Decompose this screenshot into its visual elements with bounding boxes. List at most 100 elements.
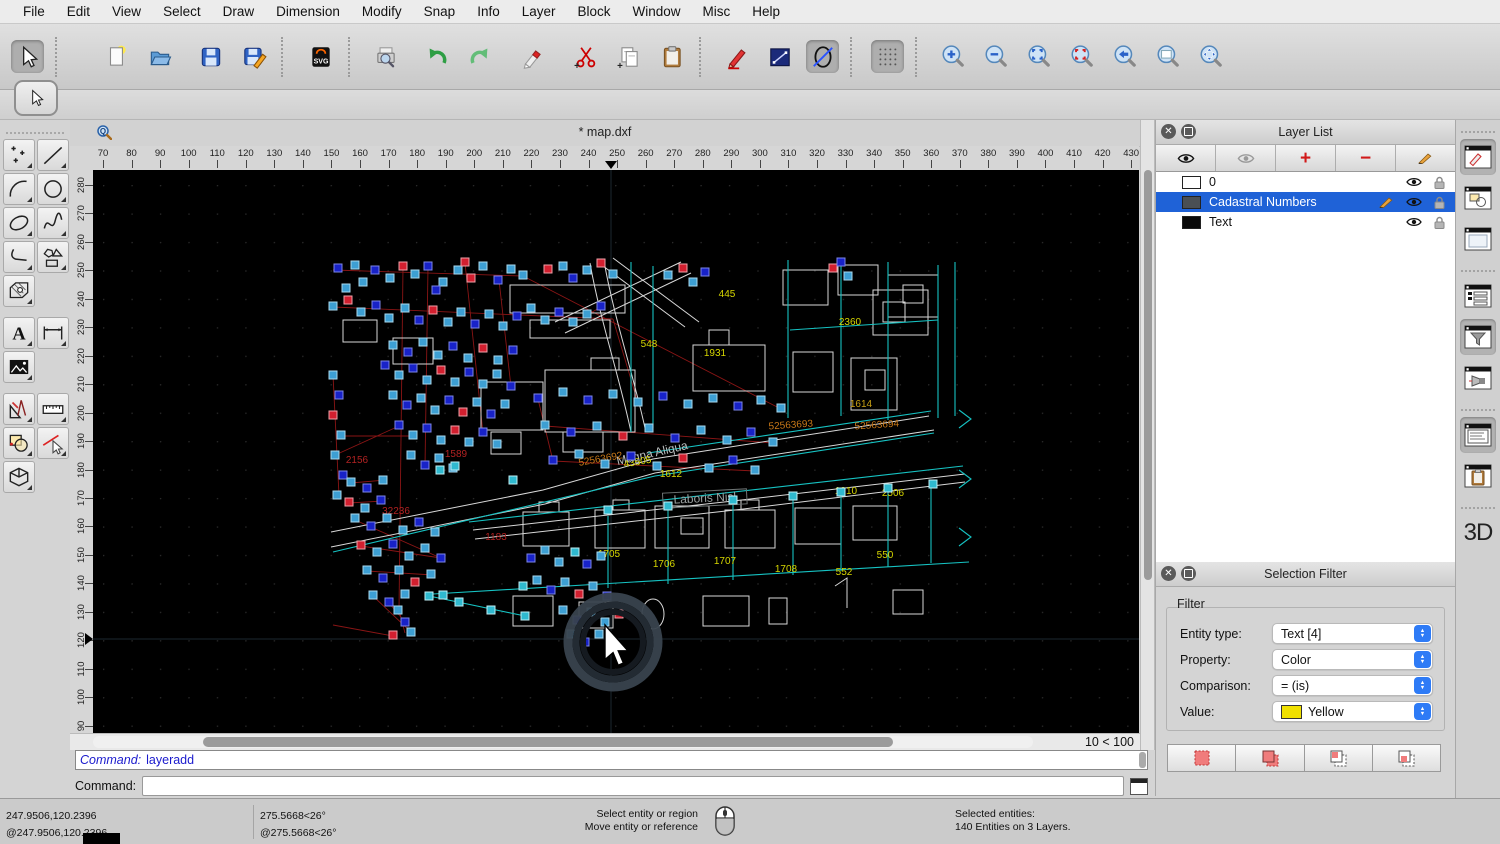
open-file-button[interactable] bbox=[143, 40, 176, 73]
layer-list-float-button[interactable] bbox=[1181, 124, 1196, 139]
parcel-label[interactable]: 1707 bbox=[714, 556, 737, 567]
erase-button[interactable] bbox=[516, 40, 549, 73]
circle-tools[interactable] bbox=[37, 173, 69, 205]
layer-edit-icon[interactable] bbox=[1379, 196, 1394, 208]
menu-file[interactable]: File bbox=[12, 0, 56, 24]
menu-window[interactable]: Window bbox=[622, 0, 692, 24]
menu-help[interactable]: Help bbox=[741, 0, 791, 24]
ellipse-tools[interactable] bbox=[3, 207, 35, 239]
remove-from-selection-button[interactable] bbox=[1303, 744, 1372, 772]
layer-remove-button[interactable]: − bbox=[1336, 145, 1396, 171]
vertical-scrollbar[interactable] bbox=[1140, 120, 1155, 750]
dock-command-line[interactable] bbox=[1460, 417, 1496, 453]
dimension-tools[interactable] bbox=[37, 317, 69, 349]
stepper-icon[interactable]: ▲ ▼ bbox=[1414, 651, 1431, 668]
dock-layer-list[interactable] bbox=[1460, 139, 1496, 175]
vertical-scrollbar-thumb[interactable] bbox=[1144, 170, 1152, 580]
print-preview-button[interactable] bbox=[369, 40, 402, 73]
redo-button[interactable] bbox=[463, 40, 496, 73]
menu-layer[interactable]: Layer bbox=[511, 0, 567, 24]
stepper-icon[interactable]: ▲ ▼ bbox=[1414, 677, 1431, 694]
selection-filter-close-button[interactable]: ✕ bbox=[1161, 566, 1176, 581]
layer-add-button[interactable]: + bbox=[1276, 145, 1336, 171]
layer-list-close-button[interactable]: ✕ bbox=[1161, 124, 1176, 139]
menu-block[interactable]: Block bbox=[567, 0, 622, 24]
menu-select[interactable]: Select bbox=[152, 0, 212, 24]
selection-pointer-button[interactable] bbox=[11, 40, 44, 73]
layer-color-chip[interactable] bbox=[1182, 195, 1201, 209]
parcel-label[interactable]: 1183 bbox=[485, 532, 507, 543]
dock-light-browser[interactable] bbox=[1460, 360, 1496, 396]
parcel-label[interactable]: 445 bbox=[719, 289, 736, 300]
layer-visibility-icon[interactable] bbox=[1406, 216, 1422, 228]
layer-hide-all-button[interactable] bbox=[1216, 145, 1276, 171]
layer-edit-button[interactable] bbox=[1396, 145, 1455, 171]
horizontal-scrollbar[interactable] bbox=[93, 736, 1033, 748]
text-tool[interactable]: A bbox=[3, 317, 35, 349]
filter-dropdown-comparison[interactable]: = (is) ▲ ▼ bbox=[1272, 675, 1433, 696]
zoom-selection-button[interactable] bbox=[1065, 40, 1098, 73]
menu-dimension[interactable]: Dimension bbox=[265, 0, 351, 24]
svg-export-button[interactable]: SVG bbox=[304, 40, 337, 73]
stepper-icon[interactable]: ▲ ▼ bbox=[1414, 703, 1431, 720]
layer-visibility-icon[interactable] bbox=[1406, 176, 1422, 188]
point-tools[interactable] bbox=[3, 139, 35, 171]
pan-button[interactable] bbox=[1194, 40, 1227, 73]
previous-view-button[interactable] bbox=[1108, 40, 1141, 73]
dock-clipboard[interactable] bbox=[1460, 458, 1496, 494]
shape-tools[interactable] bbox=[37, 241, 69, 273]
menu-draw[interactable]: Draw bbox=[212, 0, 266, 24]
parcel-label[interactable]: 1706 bbox=[653, 559, 676, 570]
layer-lock-icon[interactable] bbox=[1434, 176, 1445, 189]
undo-button[interactable] bbox=[420, 40, 453, 73]
dock-block-list[interactable] bbox=[1460, 180, 1496, 216]
line-tools[interactable] bbox=[37, 139, 69, 171]
grid-toggle-button[interactable] bbox=[871, 40, 904, 73]
parcel-label[interactable]: 1612 bbox=[660, 469, 683, 480]
layer-row-cadastral-numbers[interactable]: Cadastral Numbers bbox=[1156, 192, 1455, 212]
intersect-selection-button[interactable] bbox=[1371, 744, 1441, 772]
draft-mode-button[interactable] bbox=[806, 40, 839, 73]
add-to-selection-button[interactable] bbox=[1235, 744, 1304, 772]
parcel-label[interactable]: 1931 bbox=[704, 348, 727, 359]
menu-misc[interactable]: Misc bbox=[692, 0, 742, 24]
selection-filter-float-button[interactable] bbox=[1181, 566, 1196, 581]
zoom-out-button[interactable] bbox=[979, 40, 1012, 73]
draw-pencil-button[interactable] bbox=[720, 40, 753, 73]
viewport-tools[interactable] bbox=[3, 461, 35, 493]
zoom-in-button[interactable] bbox=[936, 40, 969, 73]
stepper-icon[interactable]: ▲ ▼ bbox=[1414, 625, 1431, 642]
dock-property-editor[interactable] bbox=[1460, 278, 1496, 314]
block-tools[interactable] bbox=[3, 427, 35, 459]
palette-grip[interactable] bbox=[6, 122, 64, 134]
parcel-label[interactable]: 2360 bbox=[839, 317, 862, 328]
layer-visibility-icon[interactable] bbox=[1406, 196, 1422, 208]
parcel-label[interactable]: 1614 bbox=[850, 399, 873, 410]
hatch-tool[interactable] bbox=[3, 275, 35, 307]
menu-edit[interactable]: Edit bbox=[56, 0, 101, 24]
filter-dropdown-value[interactable]: Yellow ▲ ▼ bbox=[1272, 701, 1433, 722]
layer-color-chip[interactable] bbox=[1182, 175, 1201, 189]
command-history-scrollbar[interactable] bbox=[1139, 752, 1146, 768]
save-as-button[interactable] bbox=[237, 40, 270, 73]
parcel-label[interactable]: 2156 bbox=[346, 455, 369, 466]
save-button[interactable] bbox=[194, 40, 227, 73]
new-file-button[interactable] bbox=[100, 40, 133, 73]
measure-tools[interactable] bbox=[37, 393, 69, 425]
dock-3d-view[interactable]: 3D bbox=[1460, 515, 1496, 551]
filter-dropdown-entity-type[interactable]: Text [4] ▲ ▼ bbox=[1272, 623, 1433, 644]
menu-info[interactable]: Info bbox=[466, 0, 511, 24]
filter-dropdown-property[interactable]: Color ▲ ▼ bbox=[1272, 649, 1433, 670]
layer-color-chip[interactable] bbox=[1182, 215, 1201, 229]
auto-zoom-button[interactable] bbox=[1022, 40, 1055, 73]
horizontal-scrollbar-thumb[interactable] bbox=[203, 737, 893, 747]
replace-selection-button[interactable] bbox=[1167, 744, 1236, 772]
menu-modify[interactable]: Modify bbox=[351, 0, 413, 24]
parcel-label[interactable]: 550 bbox=[877, 550, 894, 561]
dock-selection-filter[interactable] bbox=[1460, 319, 1496, 355]
parcel-label[interactable]: 552 bbox=[836, 567, 853, 578]
layer-row-0[interactable]: 0 bbox=[1156, 172, 1455, 192]
misc-draw-tools[interactable] bbox=[3, 393, 35, 425]
parcel-label[interactable]: 1708 bbox=[775, 564, 798, 575]
copy-button[interactable]: + bbox=[612, 40, 645, 73]
